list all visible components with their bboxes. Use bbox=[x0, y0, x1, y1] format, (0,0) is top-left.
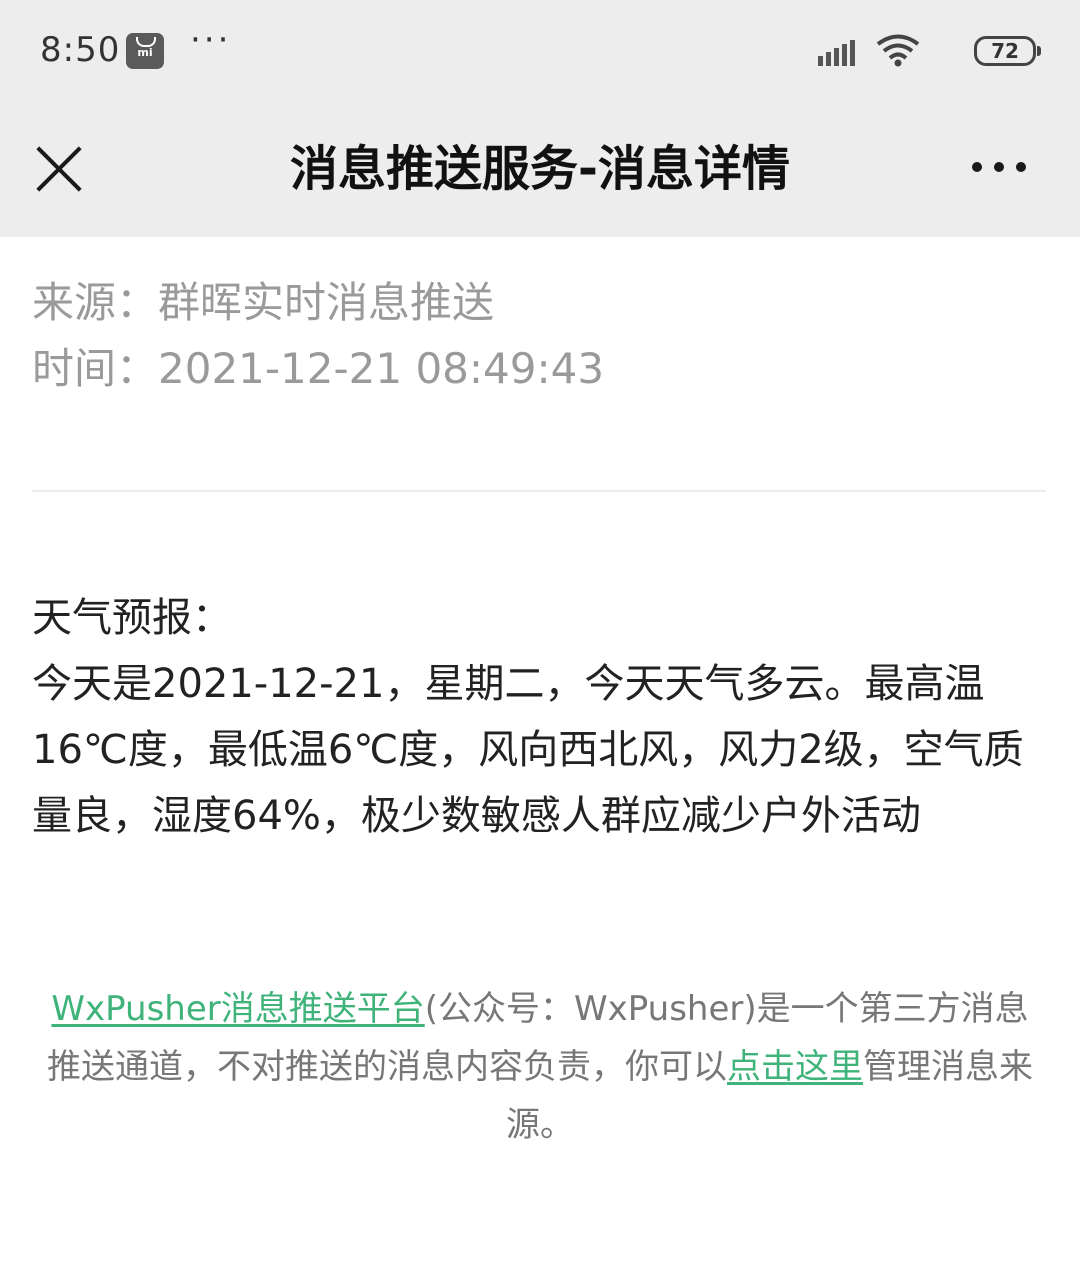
close-icon[interactable] bbox=[36, 146, 82, 192]
message-heading: 天气预报： bbox=[32, 595, 232, 641]
time-label: 时间： bbox=[32, 344, 159, 393]
source-value: 群晖实时消息推送 bbox=[158, 278, 495, 327]
signal-icon bbox=[818, 40, 855, 66]
message-meta: 来源：群晖实时消息推送 时间：2021-12-21 08:49:43 bbox=[32, 270, 1042, 402]
notification-more-icon: ··· bbox=[190, 20, 232, 60]
divider bbox=[32, 490, 1046, 492]
message-content: 今天是2021-12-21，星期二，今天天气多云。最高温16℃度，最低温6℃度，… bbox=[32, 661, 1024, 839]
mi-app-icon: mi bbox=[126, 33, 164, 69]
status-bar: 8:50 mi ··· 72 bbox=[0, 0, 1080, 100]
time-line: 时间：2021-12-21 08:49:43 bbox=[32, 336, 1042, 402]
more-icon[interactable] bbox=[972, 160, 1026, 174]
title-bar: 消息推送服务-消息详情 bbox=[0, 100, 1080, 237]
status-time: 8:50 bbox=[40, 30, 121, 70]
wxpusher-platform-link[interactable]: WxPusher消息推送平台 bbox=[51, 989, 424, 1029]
source-label: 来源： bbox=[32, 278, 159, 327]
time-value: 2021-12-21 08:49:43 bbox=[158, 344, 605, 393]
wifi-icon bbox=[876, 34, 920, 67]
manage-source-link[interactable]: 点击这里 bbox=[727, 1047, 863, 1087]
footer-disclaimer: WxPusher消息推送平台(公众号：WxPusher)是一个第三方消息推送通道… bbox=[40, 980, 1040, 1154]
message-body: 天气预报： 今天是2021-12-21，星期二，今天天气多云。最高温16℃度，最… bbox=[32, 585, 1042, 849]
source-line: 来源：群晖实时消息推送 bbox=[32, 270, 1042, 336]
page-title: 消息推送服务-消息详情 bbox=[290, 141, 790, 197]
battery-icon: 72 bbox=[974, 36, 1041, 66]
